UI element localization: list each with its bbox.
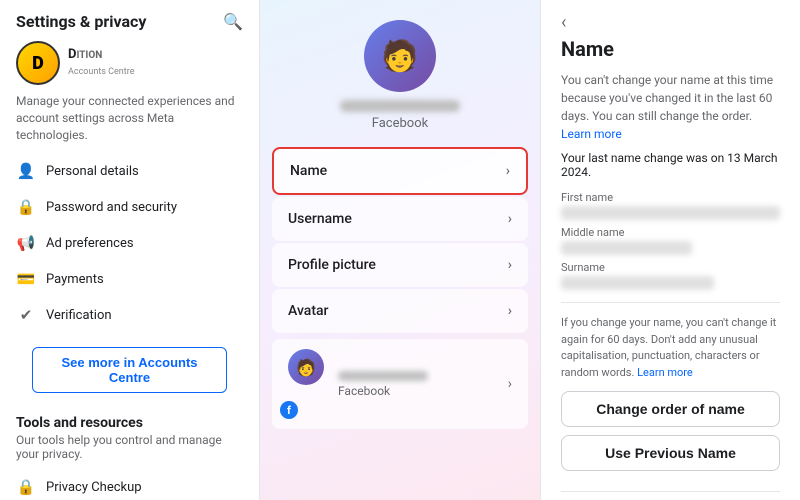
- middle-name-label: Middle name: [561, 226, 780, 239]
- use-previous-name-button[interactable]: Use Previous Name: [561, 435, 780, 471]
- profile-row-info: Facebook: [338, 371, 428, 398]
- chevron-right-icon: ›: [506, 163, 510, 179]
- sidebar-item-password[interactable]: 🔒 Password and security: [0, 189, 259, 225]
- last-change-text: Your last name change was on 13 March 20…: [561, 151, 780, 179]
- search-icon[interactable]: 🔍: [223, 12, 243, 31]
- surname-value-blurred: [561, 276, 714, 290]
- watermark-text: DITIONAccounts Centre: [68, 47, 134, 78]
- first-name-field: First name: [561, 191, 780, 220]
- surname-field: Surname: [561, 261, 780, 290]
- right-panel: ‹ Name You can't change your name at thi…: [540, 0, 800, 500]
- personal-icon: 👤: [16, 161, 36, 181]
- divider: [561, 302, 780, 303]
- mini-avatar-container: 🧑 f: [288, 349, 324, 419]
- ads-icon: 📢: [16, 233, 36, 253]
- center-profile-row[interactable]: 🧑 f Facebook ›: [272, 339, 528, 429]
- tools-title: Tools and resources: [16, 415, 243, 431]
- sidebar-item-verification[interactable]: ✔ Verification: [0, 297, 259, 333]
- change-order-button[interactable]: Change order of name: [561, 391, 780, 427]
- profile-avatar: 🧑: [364, 20, 436, 92]
- tools-section: Tools and resources Our tools help you c…: [0, 407, 259, 469]
- sidebar: Settings & privacy 🔍 D DITIONAccounts Ce…: [0, 0, 260, 500]
- center-panel: 🧑 Facebook Name › Username › Profile pic…: [260, 0, 540, 500]
- learn-more-link-2[interactable]: Learn more: [637, 366, 693, 379]
- middle-name-value-blurred: [561, 241, 692, 255]
- center-menu-username[interactable]: Username ›: [272, 197, 528, 241]
- tools-subtitle: Our tools help you control and manage yo…: [16, 433, 243, 461]
- center-menu: Name › Username › Profile picture › Avat…: [260, 147, 540, 433]
- chevron-right-icon: ›: [508, 257, 512, 273]
- sidebar-account-section: 👤 Personal details 🔒 Password and securi…: [0, 149, 259, 337]
- center-menu-avatar[interactable]: Avatar ›: [272, 289, 528, 333]
- sidebar-title: Settings & privacy: [16, 12, 146, 31]
- chevron-right-icon: ›: [508, 303, 512, 319]
- see-more-accounts-button[interactable]: See more in Accounts Centre: [32, 347, 227, 393]
- profile-platform: Facebook: [372, 116, 428, 131]
- meta-description: Manage your connected experiences and ac…: [0, 93, 259, 149]
- mini-avatar: 🧑: [288, 349, 324, 385]
- back-button[interactable]: ‹: [561, 0, 780, 37]
- center-menu-profile-picture[interactable]: Profile picture ›: [272, 243, 528, 287]
- lock-icon: 🔒: [16, 197, 36, 217]
- name-change-restriction-text: You can't change your name at this time …: [561, 71, 780, 143]
- name-change-info-text: If you change your name, you can't chang…: [561, 315, 780, 381]
- first-name-value-blurred: [561, 206, 780, 220]
- right-panel-title: Name: [561, 37, 780, 61]
- profile-name-blurred: [340, 100, 460, 112]
- middle-name-field: Middle name: [561, 226, 780, 255]
- first-name-label: First name: [561, 191, 780, 204]
- payments-icon: 💳: [16, 269, 36, 289]
- privacy-icon: 🔒: [16, 477, 36, 497]
- sidebar-item-personal[interactable]: 👤 Personal details: [0, 153, 259, 189]
- learn-more-link-1[interactable]: Learn more: [561, 127, 622, 141]
- mini-name-blurred: [338, 371, 428, 381]
- surname-label: Surname: [561, 261, 780, 274]
- sidebar-item-ads[interactable]: 📢 Ad preferences: [0, 225, 259, 261]
- center-menu-name[interactable]: Name ›: [272, 147, 528, 195]
- sidebar-item-payments[interactable]: 💳 Payments: [0, 261, 259, 297]
- chevron-right-icon: ›: [508, 211, 512, 227]
- sidebar-header: Settings & privacy 🔍: [0, 0, 259, 37]
- facebook-badge-icon: f: [280, 401, 298, 419]
- profile-row-left: 🧑 f Facebook: [288, 349, 428, 419]
- watermark-logo: D: [16, 41, 60, 85]
- sidebar-item-privacy-checkup[interactable]: 🔒 Privacy Checkup: [0, 469, 259, 500]
- verification-icon: ✔: [16, 305, 36, 325]
- chevron-right-icon: ›: [508, 376, 512, 392]
- divider-2: [561, 491, 780, 492]
